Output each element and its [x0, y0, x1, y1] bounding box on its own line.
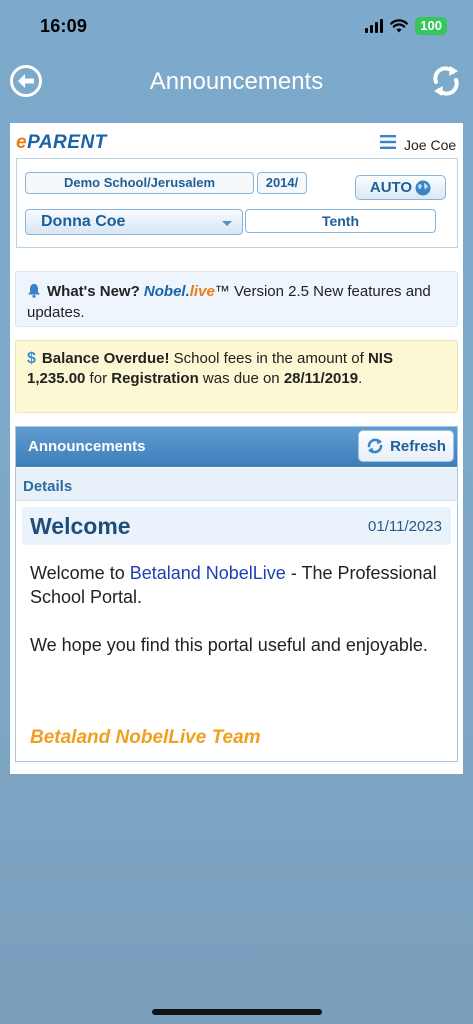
announcement-date: 01/11/2023 [368, 518, 442, 535]
battery-indicator: 100 [415, 17, 447, 35]
grade-selector[interactable]: Tenth [245, 209, 436, 233]
logo-text: PARENT [27, 132, 107, 153]
balance-overdue-banner[interactable]: $ Balance Overdue! School fees in the amo… [15, 340, 458, 413]
school-selector[interactable]: Demo School/Jerusalem [25, 172, 254, 194]
balance-lead: Balance Overdue! [41, 350, 170, 367]
refresh-button[interactable]: Refresh [358, 430, 454, 462]
logo-e: e [16, 132, 28, 153]
announcement-paragraph-2: We hope you find this portal useful and … [30, 635, 428, 655]
user-name[interactable]: Joe Coe [404, 137, 456, 153]
balance-date: 28/11/2019 [283, 370, 359, 387]
brand-tm: ™ [214, 283, 230, 300]
balance-text-4: . [358, 370, 363, 387]
page-title: Announcements [149, 68, 324, 95]
bell-icon [28, 284, 40, 298]
announcement-title: Welcome [30, 513, 131, 539]
whats-new-lead: What's New? [47, 283, 140, 300]
balance-text-3: was due on [198, 370, 284, 387]
year-selector[interactable]: 2014/ [257, 172, 307, 194]
back-arrow-icon[interactable] [9, 64, 43, 98]
whats-new-banner[interactable]: What's New? Nobel.live™ Version 2.5 New … [15, 271, 458, 327]
brand-live: live [189, 283, 215, 300]
balance-item: Registration [111, 370, 199, 387]
menu-icon[interactable] [380, 135, 396, 149]
announcements-panel: Announcements Refresh Details Welcome 01… [15, 426, 458, 762]
betaland-link[interactable]: Betaland NobelLive [130, 563, 286, 583]
globe-icon [415, 180, 431, 195]
eparent-topbar: ePARENT Joe Coe [10, 123, 463, 157]
refresh-small-icon [367, 438, 383, 454]
announcements-heading: Announcements [28, 438, 146, 455]
announcements-header: Announcements Refresh [16, 427, 457, 467]
status-bar: 16:09 100 [0, 0, 473, 52]
status-time: 16:09 [40, 15, 88, 36]
refresh-icon[interactable] [429, 63, 463, 99]
balance-text-2: for [85, 370, 112, 387]
status-icons: 100 [365, 17, 447, 35]
student-selector[interactable]: Donna Coe [25, 209, 243, 235]
home-indicator [152, 1009, 322, 1015]
auto-label: AUTO [369, 179, 413, 196]
chevron-down-icon [222, 221, 232, 226]
announcement-item-header: Welcome 01/11/2023 [22, 507, 451, 545]
announcement-paragraph-1: Welcome to Betaland NobelLive - The Prof… [30, 561, 445, 609]
selector-box: Demo School/Jerusalem 2014/ AUTO Donna C… [16, 158, 458, 248]
main-panel: ePARENT Joe Coe Demo School/Jerusalem 20… [10, 123, 463, 774]
dollar-icon: $ [27, 350, 36, 367]
announcement-signature: Betaland NobelLive Team [30, 727, 261, 748]
details-bar: Details [16, 468, 457, 501]
signal-icon [365, 19, 384, 33]
p1-text-a: Welcome to [30, 563, 130, 583]
wifi-icon [390, 19, 409, 33]
announcement-body: Welcome to Betaland NobelLive - The Prof… [30, 561, 445, 681]
student-name: Donna Coe [41, 213, 126, 230]
balance-text-1: School fees in the amount of [169, 350, 368, 367]
app-header: Announcements [0, 52, 473, 112]
brand-nobel: Nobel. [143, 283, 190, 300]
auto-button[interactable]: AUTO [355, 175, 446, 200]
eparent-logo: ePARENT [16, 132, 107, 154]
refresh-label: Refresh [390, 437, 446, 455]
